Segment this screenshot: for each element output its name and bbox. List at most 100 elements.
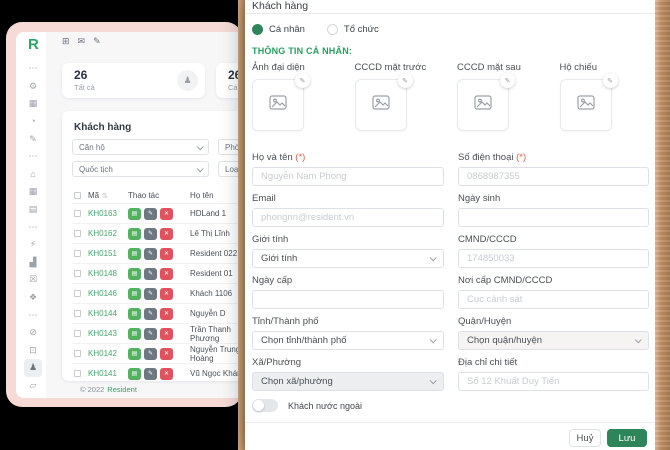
delete-button[interactable]: ✕ <box>160 287 173 300</box>
cards-icon[interactable]: ▤ <box>24 201 42 219</box>
edit-pencil-icon[interactable]: ✎ <box>397 73 413 88</box>
row-checkbox[interactable] <box>74 290 81 297</box>
input-email[interactable] <box>252 208 444 227</box>
row-checkbox[interactable] <box>74 210 81 217</box>
view-button[interactable]: ▤ <box>128 247 141 260</box>
view-button[interactable]: ▤ <box>128 207 141 220</box>
radio-ca-nhan[interactable]: Cá nhân <box>252 24 305 35</box>
filter-quoc-tich[interactable]: Quốc tịch <box>72 161 209 177</box>
filter-can-ho[interactable]: Căn hộ <box>72 139 209 155</box>
input-ngay-cap[interactable] <box>252 290 444 309</box>
attach-icon[interactable]: ⊘ <box>24 324 42 342</box>
row-checkbox[interactable] <box>74 370 81 377</box>
more-icon[interactable]: ⋯ <box>24 60 42 78</box>
brand-link[interactable]: Resident <box>107 385 137 394</box>
delete-button[interactable]: ✕ <box>160 247 173 260</box>
cancel-button[interactable]: Huỷ <box>569 429 601 447</box>
users-icon[interactable]: ♟ <box>24 359 42 377</box>
edit-pencil-icon[interactable]: ✎ <box>602 73 618 88</box>
edit-button[interactable]: ✎ <box>144 347 157 360</box>
grid4-icon[interactable]: ⊞ <box>62 36 70 47</box>
edit-icon[interactable]: ⊡ <box>24 342 42 360</box>
input-noi-cap[interactable] <box>458 290 649 309</box>
apps-icon[interactable]: ▦ <box>24 95 42 113</box>
sort-icon[interactable]: ⇅ <box>102 193 108 200</box>
customer-code-link[interactable]: KH0148 <box>88 269 128 278</box>
delete-button[interactable]: ✕ <box>160 347 173 360</box>
tags-icon[interactable]: ❖ <box>24 289 42 307</box>
edit-button[interactable]: ✎ <box>144 367 157 380</box>
settings-icon[interactable]: ⚙ <box>24 78 42 96</box>
more-icon[interactable]: ⋯ <box>24 218 42 236</box>
home-icon[interactable]: ⌂ <box>24 166 42 184</box>
customer-name: Resident 01 <box>190 269 233 278</box>
chart-icon[interactable]: ▟ <box>24 254 42 272</box>
row-checkbox[interactable] <box>74 350 81 357</box>
input-dia-chi-chi-tiet[interactable] <box>458 372 649 391</box>
row-checkbox[interactable] <box>74 330 81 337</box>
upload-dropzone[interactable]: ✎ <box>354 73 413 131</box>
edit-button[interactable]: ✎ <box>144 287 157 300</box>
grid-icon[interactable]: ▦ <box>24 183 42 201</box>
flash-icon[interactable]: ⚡ <box>24 236 42 254</box>
customer-code-link[interactable]: KH0141 <box>88 369 128 378</box>
upload-dropzone[interactable]: ✎ <box>252 73 310 131</box>
compose-icon[interactable]: ✎ <box>93 36 101 47</box>
customer-code-link[interactable]: KH0151 <box>88 249 128 258</box>
edit-button[interactable]: ✎ <box>144 207 157 220</box>
input-ngay-sinh[interactable] <box>458 208 649 227</box>
customer-code-link[interactable]: KH0142 <box>88 349 128 358</box>
row-checkbox[interactable] <box>74 230 81 237</box>
upload-dropzone[interactable]: ✎ <box>559 73 618 131</box>
view-button[interactable]: ▤ <box>128 327 141 340</box>
truck-icon[interactable]: ▱ <box>24 377 42 395</box>
delete-button[interactable]: ✕ <box>160 267 173 280</box>
row-checkbox[interactable] <box>74 310 81 317</box>
foreign-guest-toggle[interactable] <box>252 399 278 412</box>
delete-button[interactable]: ✕ <box>160 307 173 320</box>
more-icon[interactable]: ⋯ <box>24 306 42 324</box>
view-button[interactable]: ▤ <box>128 367 141 380</box>
required-mark: (*) <box>292 152 306 163</box>
edit-button[interactable]: ✎ <box>144 227 157 240</box>
more-icon[interactable]: ⋯ <box>24 148 42 166</box>
view-button[interactable]: ▤ <box>128 267 141 280</box>
select-xa-phuong[interactable]: Chọn xã/phường <box>252 372 444 391</box>
view-button[interactable]: ▤ <box>128 287 141 300</box>
customer-code-link[interactable]: KH0144 <box>88 309 128 318</box>
view-button[interactable]: ▤ <box>128 227 141 240</box>
input-cmnd-cccd[interactable] <box>458 249 649 268</box>
select-tinh-thanh-pho[interactable]: Chọn tỉnh/thành phố <box>252 331 444 350</box>
customer-code-link[interactable]: KH0146 <box>88 289 128 298</box>
customer-code-link[interactable]: KH0163 <box>88 209 128 218</box>
delete-button[interactable]: ✕ <box>160 327 173 340</box>
view-button[interactable]: ▤ <box>128 307 141 320</box>
select-gioi-tinh[interactable]: Giới tính <box>252 249 444 268</box>
input-ho-va-ten[interactable] <box>252 167 444 186</box>
edit-button[interactable]: ✎ <box>144 327 157 340</box>
customer-code-link[interactable]: KH0162 <box>88 229 128 238</box>
save-button[interactable]: Lưu <box>607 429 647 447</box>
edit-pencil-icon[interactable]: ✎ <box>295 73 310 88</box>
select-all-checkbox[interactable] <box>74 191 81 199</box>
row-actions: ▤ ✎ ✕ <box>128 267 190 280</box>
edit-button[interactable]: ✎ <box>144 307 157 320</box>
upload-dropzone[interactable]: ✎ <box>457 73 515 131</box>
view-button[interactable]: ▤ <box>128 347 141 360</box>
input-so-dien-thoai[interactable] <box>458 167 649 186</box>
edit-pencil-icon[interactable]: ✎ <box>500 73 515 88</box>
row-checkbox[interactable] <box>74 270 81 277</box>
edit-button[interactable]: ✎ <box>144 267 157 280</box>
row-checkbox[interactable] <box>74 250 81 257</box>
bell-icon[interactable]: ◔ <box>24 113 42 131</box>
delete-button[interactable]: ✕ <box>160 207 173 220</box>
compose-icon[interactable]: ✎ <box>24 130 42 148</box>
delete-button[interactable]: ✕ <box>160 367 173 380</box>
chat-icon[interactable]: ✉ <box>78 36 86 47</box>
radio-to-chuc[interactable]: Tổ chức <box>326 24 379 35</box>
select-quan-huyen[interactable]: Chọn quận/huyện <box>458 331 649 350</box>
close-box-icon[interactable]: ☒ <box>24 271 42 289</box>
delete-button[interactable]: ✕ <box>160 227 173 240</box>
customer-code-link[interactable]: KH0143 <box>88 329 128 338</box>
edit-button[interactable]: ✎ <box>144 247 157 260</box>
